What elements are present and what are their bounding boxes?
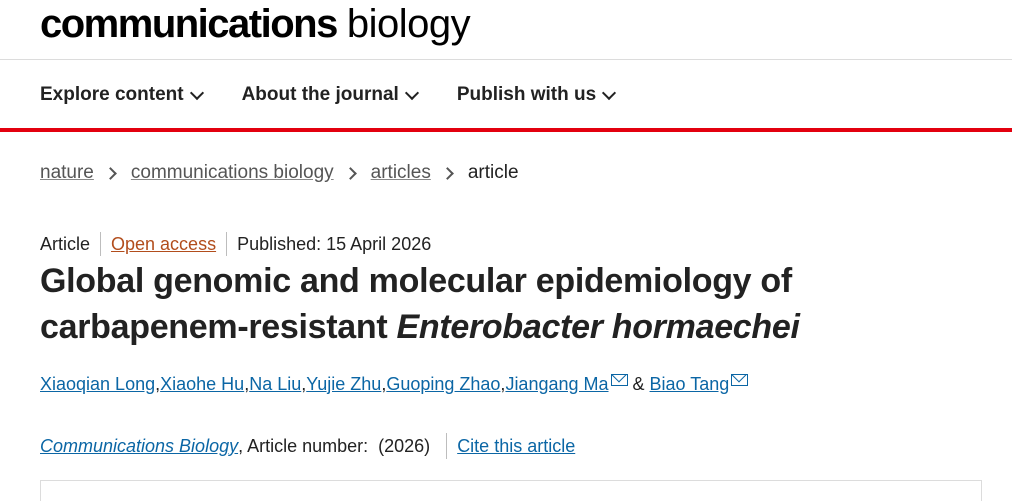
logo-brand-light: biology xyxy=(346,2,471,46)
author-link[interactable]: Biao Tang xyxy=(650,374,730,395)
site-logo[interactable]: communications biology xyxy=(40,2,471,50)
nav-publish-with-us[interactable]: Publish with us xyxy=(456,84,617,106)
chevron-down-icon xyxy=(602,85,617,100)
article-title: Global genomic and molecular epidemiolog… xyxy=(40,258,940,350)
journal-link[interactable]: Communications Biology xyxy=(40,436,238,457)
article-meta: Article Open access Published: 15 April … xyxy=(40,232,431,256)
title-species: Enterobacter hormaechei xyxy=(396,308,800,346)
author-ampersand: & xyxy=(627,374,650,394)
chevron-right-icon xyxy=(104,166,117,180)
author-list: Xiaoqian Long, Xiaohe Hu, Na Liu, Yujie … xyxy=(40,373,749,395)
published-date: Published: 15 April 2026 xyxy=(237,233,432,254)
header-divider xyxy=(0,59,1012,60)
open-access-link[interactable]: Open access xyxy=(111,234,216,255)
nav-explore-content[interactable]: Explore content xyxy=(40,84,204,106)
main-nav: Explore content About the journal Publis… xyxy=(40,84,617,106)
chevron-down-icon xyxy=(404,85,419,100)
breadcrumb-nature[interactable]: nature xyxy=(40,162,94,184)
breadcrumb-articles[interactable]: articles xyxy=(371,162,431,184)
mail-icon[interactable] xyxy=(610,373,628,386)
author-link[interactable]: Xiaoqian Long xyxy=(40,374,155,395)
chevron-right-icon xyxy=(440,166,454,180)
article-number: , Article number: (2026) xyxy=(238,435,431,456)
content-box-edge xyxy=(40,480,982,501)
mail-icon[interactable] xyxy=(731,373,749,386)
accent-bar xyxy=(0,128,1012,132)
article-type: Article xyxy=(40,233,91,254)
author-link[interactable]: Jiangang Ma xyxy=(505,374,608,395)
chevron-down-icon xyxy=(189,85,204,100)
citation-line: Communications Biology , Article number:… xyxy=(40,433,575,459)
nav-about-label: About the journal xyxy=(241,84,399,105)
author-link[interactable]: Na Liu xyxy=(249,374,301,395)
breadcrumb-current: article xyxy=(467,162,519,183)
nav-about-journal[interactable]: About the journal xyxy=(241,84,419,106)
author-link[interactable]: Yujie Zhu xyxy=(306,374,381,395)
breadcrumb-journal[interactable]: communications biology xyxy=(131,162,334,184)
meta-divider xyxy=(226,232,228,256)
logo-brand-bold: communications xyxy=(40,2,338,46)
author-link[interactable]: Xiaohe Hu xyxy=(160,374,244,395)
chevron-right-icon xyxy=(343,166,357,180)
author-link[interactable]: Guoping Zhao xyxy=(386,374,500,395)
nav-publish-label: Publish with us xyxy=(456,84,597,105)
meta-divider xyxy=(100,232,102,256)
title-line2: carbapenem-resistant xyxy=(40,308,397,346)
citation-divider xyxy=(446,433,448,459)
breadcrumb: nature communications biology articles a… xyxy=(40,162,519,184)
nav-explore-label: Explore content xyxy=(40,84,184,105)
title-line1: Global genomic and molecular epidemiolog… xyxy=(40,262,792,300)
cite-this-article-link[interactable]: Cite this article xyxy=(457,436,575,457)
